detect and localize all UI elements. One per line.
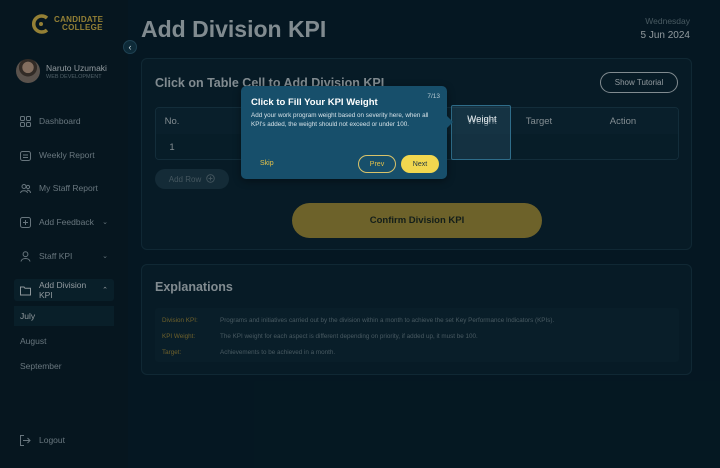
column-header-target: Target [525,115,553,127]
tour-description: Add your work program weight based on se… [251,112,429,128]
brand-line2: COLLEGE [62,23,103,32]
tour-popover: Click to Fill Your KPI Weight 7/13 Add y… [241,86,453,179]
sidebar-item-label: Staff KPI [39,251,73,261]
sidebar-item-label: Logout [39,435,65,445]
tour-skip-button[interactable]: Skip [260,160,274,167]
sidebar-item-label: Add Feedback [39,217,94,227]
sidebar-subitem-july[interactable]: July [14,306,114,326]
add-row-button[interactable]: Add Row [155,169,229,189]
calendar-icon [20,150,31,161]
chevron-down-icon: ⌄ [102,253,108,260]
plus-square-icon [20,216,31,228]
explanations-heading: Explanations [155,280,233,294]
list-item: Target: Achievements to be achieved in a… [162,345,679,361]
folder-icon [20,285,31,296]
page-title: Add Division KPI [141,16,327,42]
chevron-down-icon: ⌄ [102,219,108,226]
column-header-action: Action [609,115,637,127]
explanation-term: Target: [162,349,182,356]
sidebar-subitem-september[interactable]: September [14,356,114,376]
sidebar-item-dashboard[interactable]: Dashboard [14,110,114,132]
sidebar-item-staff-kpi[interactable]: Staff KPI ⌄ [14,245,114,267]
show-tutorial-button[interactable]: Show Tutorial [600,72,678,93]
date-day: Wednesday [645,16,690,26]
spotlight-label: Weight [467,113,497,125]
date-full: 5 Jun 2024 [640,30,691,41]
plus-circle-icon [206,173,215,185]
logout-icon [20,434,31,446]
list-item: KPI Weight: The KPI weight for each aspe… [162,329,679,345]
collapse-sidebar-button[interactable]: ‹ [123,40,137,54]
explanation-term: KPI Weight: [162,333,196,340]
sidebar-subitem-august[interactable]: August [14,331,114,351]
tour-prev-button[interactable]: Prev [358,155,396,173]
sidebar-item-logout[interactable]: Logout [14,429,114,451]
sidebar-item-label: Weekly Report [39,150,95,160]
chevron-left-icon: ‹ [128,42,132,52]
confirm-division-kpi-button[interactable]: Confirm Division KPI [292,203,542,238]
sidebar-item-label: Dashboard [39,116,81,126]
row-number-cell: 1 [169,142,175,153]
target-cell[interactable] [512,134,566,159]
explanations-list: Division KPI: Programs and initiatives c… [155,308,679,362]
brand-logo[interactable]: CANDIDATE COLLEGE [32,14,103,34]
sidebar-item-add-feedback[interactable]: Add Feedback ⌄ [14,211,114,233]
chevron-up-icon: ⌃ [102,287,108,294]
explanation-definition: Programs and initiatives carried out by … [220,317,555,324]
tour-spotlight-weight-column[interactable]: Weight [451,105,511,160]
tour-next-button[interactable]: Next [401,155,439,173]
sidebar-item-my-staff-report[interactable]: My Staff Report [14,177,114,199]
sidebar: CANDIDATE COLLEGE Naruto Uzumaki WEB DEV… [0,0,128,468]
tour-pointer-arrow [447,116,453,128]
date-display: Wednesday 5 Jun 2024 [641,16,691,41]
profile-name: Naruto Uzumaki [46,62,107,73]
action-cell[interactable] [566,134,678,159]
tour-title: Click to Fill Your KPI Weight [251,97,378,108]
explanations-card: Explanations Division KPI: Programs and … [141,264,692,375]
grid-icon [20,115,31,127]
sidebar-item-label: Add Division KPI [39,280,87,300]
explanation-definition: The KPI weight for each aspect is differ… [220,333,478,340]
user-profile[interactable]: Naruto Uzumaki WEB DEVELOPMENT [16,59,107,83]
sidebar-item-weekly-report[interactable]: Weekly Report [14,144,114,166]
logo-icon [32,14,49,34]
list-item: Division KPI: Programs and initiatives c… [162,313,679,329]
add-row-label: Add Row [168,174,202,184]
explanation-term: Division KPI: [162,317,198,324]
user-icon [20,250,31,262]
profile-role: WEB DEVELOPMENT [46,73,102,80]
explanation-definition: Achievements to be achieved in a month. [220,349,336,356]
sidebar-item-add-division-kpi[interactable]: Add Division KPI ⌃ [14,279,114,301]
tour-step-counter: 7/13 [427,93,440,100]
sidebar-item-label: My Staff Report [39,183,98,193]
column-header-no: No. [164,115,180,127]
avatar [16,59,40,83]
users-icon [20,183,31,194]
